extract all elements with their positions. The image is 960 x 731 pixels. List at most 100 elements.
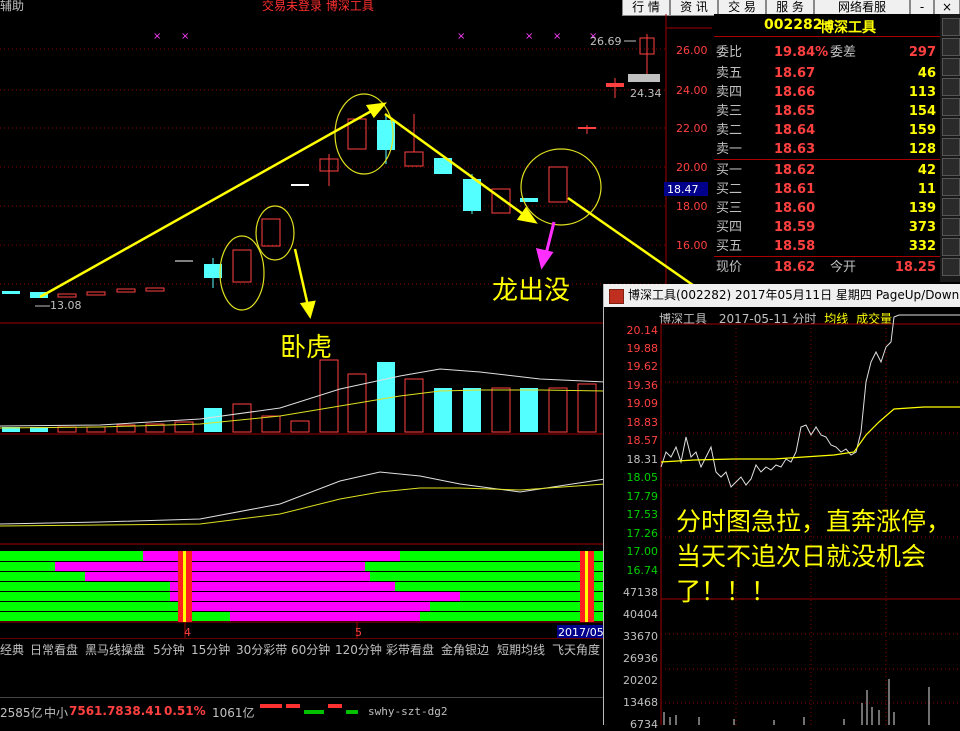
signal-marker: ×: [153, 31, 161, 42]
axis-price: 18.31: [626, 453, 659, 466]
tab-5min[interactable]: 5分钟: [153, 641, 185, 658]
price-axis-label: 18.00: [676, 200, 708, 213]
tab-caidai[interactable]: 彩带看盘: [386, 641, 434, 658]
axis-price: 17.00: [626, 545, 659, 558]
weicha-value: 297: [908, 45, 936, 60]
axis-price: 19.88: [626, 342, 659, 355]
tab-60min[interactable]: 60分钟: [291, 641, 330, 658]
tab-jingdian[interactable]: 经典: [0, 641, 24, 658]
signal-marker: ×: [181, 31, 189, 42]
current-price-label: 18.47: [667, 183, 699, 196]
tab-feitian[interactable]: 飞天角度: [552, 641, 600, 658]
orderbook-label: 买一: [716, 163, 743, 178]
candle: [145, 287, 165, 292]
candle: [86, 291, 106, 296]
candle: [404, 151, 424, 167]
volume-bars: [2, 359, 597, 433]
orderbook-price: 18.64: [774, 123, 816, 138]
orderbook-row: 卖二 18.64 159: [714, 121, 940, 140]
candle: [628, 74, 660, 82]
tool-button[interactable]: [942, 158, 960, 176]
popup-note: 分时图急拉，直奔涨停，当天不追次日就没机会了！！！: [676, 507, 952, 606]
orderbook-price: 18.59: [774, 220, 816, 235]
intraday-popup[interactable]: 博深工具(002282) 2017年05月11日 星期四 PageUp/Down…: [603, 284, 960, 731]
tool-button[interactable]: [942, 38, 960, 56]
orderbook-label: 卖一: [716, 142, 743, 157]
tab-heima[interactable]: 黑马线操盘: [85, 641, 145, 658]
orderbook-vol: 159: [908, 123, 936, 138]
orderbook-vol: 42: [917, 163, 936, 178]
candle: [232, 249, 252, 283]
annotation-wohu: 卧虎: [280, 333, 333, 363]
status-index-pct: 0.51%: [164, 704, 206, 718]
tool-button[interactable]: [942, 58, 960, 76]
last-price-row: 现价 18.62 今开 18.25: [714, 258, 940, 277]
webi-value: 19.84%: [774, 45, 829, 60]
tool-button[interactable]: [942, 18, 960, 36]
price-axis-label: 20.00: [676, 161, 708, 174]
tab-30min[interactable]: 30分彩带: [236, 641, 287, 658]
orderbook-price: 18.65: [774, 104, 816, 119]
orderbook-label: 卖四: [716, 85, 743, 100]
date-label: 4: [184, 626, 191, 638]
candles: [2, 34, 660, 298]
tool-button[interactable]: [942, 178, 960, 196]
orderbook-row: 卖三 18.65 154: [714, 102, 940, 121]
template-tabs: 经典 日常看盘 黑马线操盘 5分钟 15分钟 30分彩带 60分钟 120分钟 …: [0, 638, 605, 660]
orderbook-row: 买三 18.60 139: [714, 199, 940, 218]
tool-button[interactable]: [942, 118, 960, 136]
open-value: 18.25: [894, 260, 936, 275]
tab-120min[interactable]: 120分钟: [335, 641, 382, 658]
tool-button[interactable]: [942, 218, 960, 236]
orderbook-price: 18.63: [774, 142, 816, 157]
signal-marker: ×: [457, 31, 465, 42]
axis-volume: 47138: [623, 586, 658, 599]
webi-label: 委比: [716, 45, 743, 60]
tab-jinjiao[interactable]: 金角银边: [441, 641, 489, 658]
tool-button[interactable]: [942, 98, 960, 116]
orderbook-row: 卖一 18.63 128: [714, 140, 940, 160]
candle: [116, 288, 136, 293]
orderbook-row: 买五 18.58 332: [714, 237, 940, 257]
orderbook-label: 卖五: [716, 66, 743, 81]
orderbook-row: 卖五 18.67 46: [714, 64, 940, 83]
axis-price: 16.74: [626, 564, 659, 577]
tab-richang[interactable]: 日常看盘: [30, 641, 78, 658]
tab-15min[interactable]: 15分钟: [191, 641, 230, 658]
tool-button[interactable]: [942, 78, 960, 96]
stock-name: 博深工具: [820, 20, 876, 36]
popup-titlebar[interactable]: 博深工具(002282) 2017年05月11日 星期四 PageUp/Down…: [604, 284, 960, 307]
axis-price: 17.79: [626, 490, 659, 503]
status-ticker-bars: [258, 702, 362, 718]
open-label: 今开: [830, 260, 857, 275]
tool-button[interactable]: [942, 238, 960, 256]
orderbook-price: 18.67: [774, 66, 816, 81]
orderbook-vol: 113: [908, 85, 936, 100]
orderbook-vol: 128: [908, 142, 936, 157]
orderbook-label: 买四: [716, 220, 743, 235]
price-low: 24.34: [630, 87, 662, 100]
orderbook-vol: 154: [908, 104, 936, 119]
tool-button[interactable]: [942, 198, 960, 216]
axis-price: 18.83: [626, 416, 659, 429]
price-high: 26.69: [590, 35, 622, 48]
tab-duanqi[interactable]: 短期均线: [497, 641, 545, 658]
signal-marker: ×: [553, 31, 561, 42]
orderbook-row: 买一 18.62 42: [714, 161, 940, 180]
orderbook-label: 买三: [716, 201, 743, 216]
axis-volume: 20202: [623, 674, 658, 687]
tool-button[interactable]: [942, 138, 960, 156]
orderbook-label: 买二: [716, 182, 743, 197]
tool-button[interactable]: [942, 258, 960, 276]
axis-volume: 40404: [623, 608, 658, 621]
price-axis-label: 16.00: [676, 239, 708, 252]
intraday-axis: 20.14 19.88 19.62 19.36 19.09 18.83 18.5…: [604, 324, 661, 731]
orderbook-row: 卖四 18.66 113: [714, 83, 940, 102]
status-volume: 1061亿: [212, 706, 255, 720]
status-index-value: 7561.78: [69, 704, 124, 718]
axis-price: 19.62: [626, 360, 659, 373]
webi-row: 委比 19.84% 委差 297: [714, 43, 940, 62]
orderbook-row: 买二 18.61 11: [714, 180, 940, 199]
orderbook-vol: 373: [908, 220, 936, 235]
weicha-label: 委差: [830, 45, 857, 60]
